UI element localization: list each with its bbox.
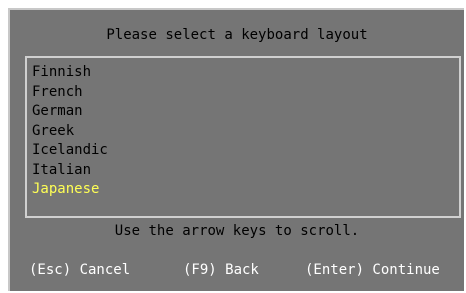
list-item-icelandic[interactable]: Icelandic: [32, 141, 459, 161]
list-item-greek[interactable]: Greek: [32, 122, 459, 142]
keyboard-layout-dialog: Please select a keyboard layout Finnish …: [8, 8, 464, 291]
console-screen: Please select a keyboard layout Finnish …: [0, 0, 466, 293]
dialog-footer: (Esc) Cancel (F9) Back (Enter) Continue: [10, 261, 464, 281]
list-item-french[interactable]: French: [32, 83, 459, 103]
dialog-title: Please select a keyboard layout: [106, 27, 368, 43]
cancel-button[interactable]: (Esc) Cancel: [29, 261, 130, 281]
continue-button[interactable]: (Enter) Continue: [305, 261, 440, 281]
keyboard-layout-list[interactable]: Finnish French German Greek Icelandic It…: [25, 56, 461, 218]
list-item-finnish[interactable]: Finnish: [32, 63, 459, 83]
list-item-german[interactable]: German: [32, 102, 459, 122]
list-item-italian[interactable]: Italian: [32, 161, 459, 181]
back-button[interactable]: (F9) Back: [183, 261, 259, 281]
list-item-japanese-selected[interactable]: Japanese: [32, 180, 459, 200]
scroll-hint: Use the arrow keys to scroll.: [114, 223, 360, 239]
